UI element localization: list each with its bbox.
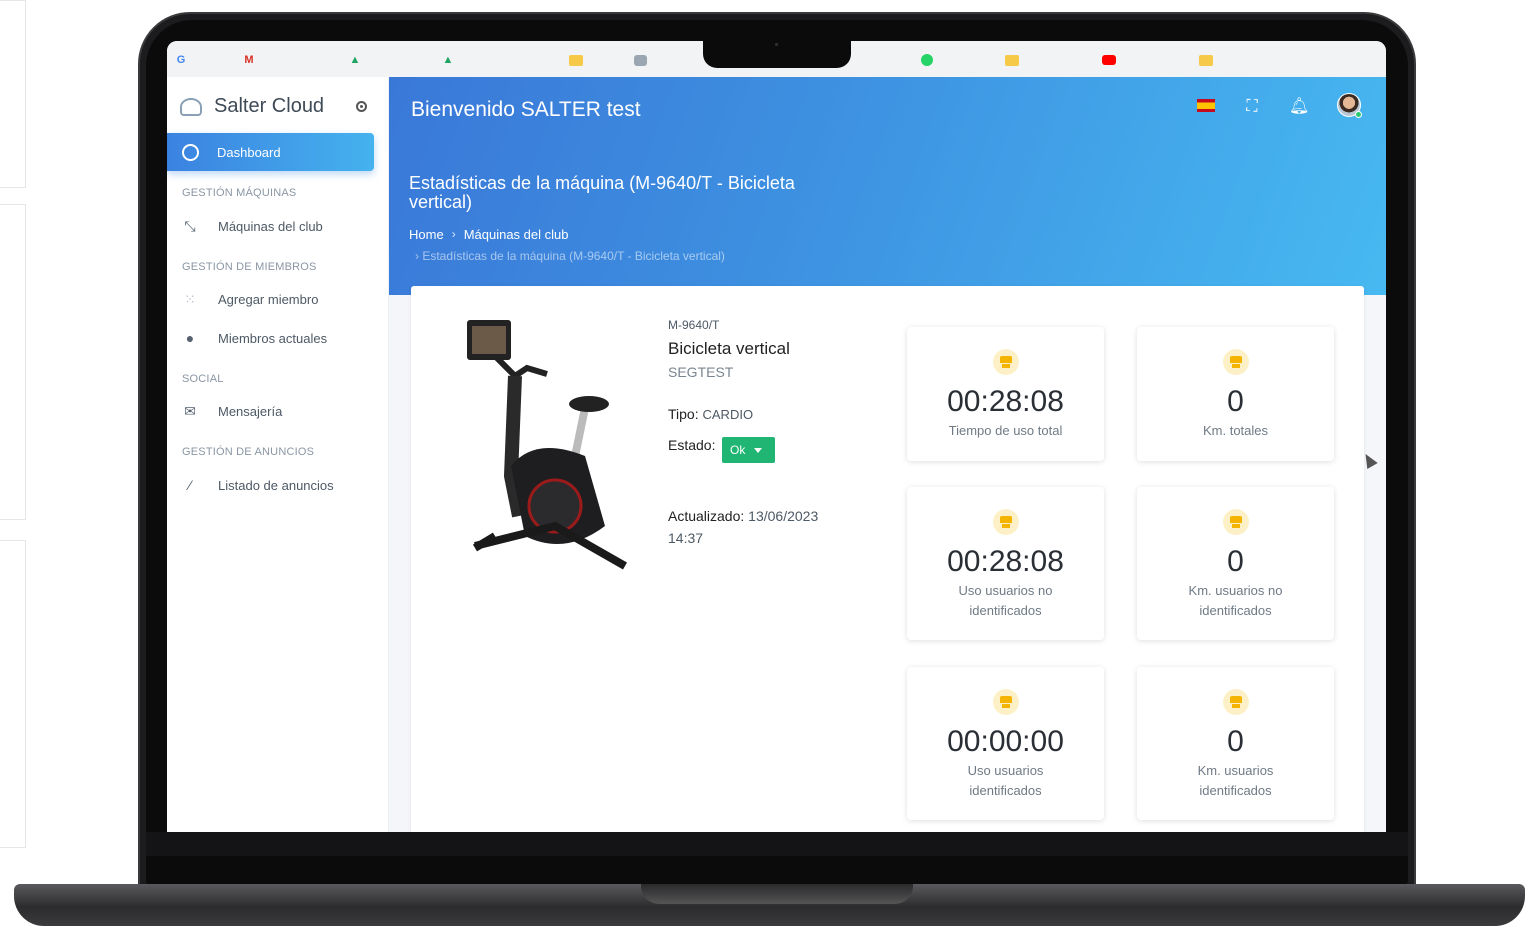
sidebar-item-label: Dashboard [217, 144, 281, 160]
seat-icon [1223, 689, 1249, 715]
folder-icon[interactable] [569, 53, 583, 67]
folder-icon[interactable] [1005, 53, 1019, 67]
sidebar-item-label: Listado de anuncios [218, 477, 334, 493]
fullscreen-icon[interactable]: ⛶ [1242, 97, 1262, 117]
dashboard-icon [182, 143, 199, 161]
sidebar-item-label: Máquinas del club [218, 218, 323, 234]
sidebar-item-label: Agregar miembro [218, 291, 319, 307]
sidebar-item-machines[interactable]: ⤡ Máquinas del club [182, 218, 323, 234]
machine-type-label: Tipo: [668, 406, 699, 422]
whatsapp-icon[interactable] [921, 53, 935, 67]
stat-label: Km. usuarios no identificados [1188, 583, 1283, 618]
background-panel [0, 0, 26, 188]
drive-icon[interactable]: ▲ [348, 53, 362, 67]
breadcrumb-machines[interactable]: Máquinas del club [464, 227, 569, 242]
background-panel [0, 204, 26, 520]
welcome-title: Bienvenido SALTER test [411, 98, 641, 121]
bike-image [467, 320, 627, 570]
breadcrumb-current-label: Estadísticas de la máquina (M-9640/T - B… [422, 249, 725, 263]
stat-label: Tiempo de uso total [948, 423, 1063, 438]
sidebar-item-label: Miembros actuales [218, 330, 328, 346]
drive-icon[interactable]: ▲ [441, 53, 455, 67]
machine-name: Bicicleta vertical [668, 339, 790, 358]
stat-value: 00:28:08 [947, 545, 1064, 578]
brand[interactable]: Salter Cloud [180, 95, 324, 118]
stat-label: Uso usuarios identificados [967, 763, 1044, 798]
spain-flag-icon[interactable] [1197, 99, 1215, 112]
sidebar-item-members[interactable]: ● Miembros actuales [182, 330, 327, 346]
folder-icon[interactable] [1199, 53, 1213, 67]
section-title: SOCIAL [182, 373, 224, 385]
screen: G M ▲ ▲ Salter Cloud Dashboard GESTIÓN M… [167, 41, 1386, 832]
arrows-icon: ⤡ [184, 218, 196, 234]
seat-icon [1223, 509, 1249, 535]
machine-card: M-9640/T Bicicleta vertical SEGTEST Tipo… [411, 286, 1364, 832]
machine-status-label: Estado: [668, 437, 716, 453]
sidebar-toggle-icon[interactable] [356, 101, 367, 112]
machine-code: M-9640/T [668, 318, 720, 332]
bell-icon[interactable]: 🔔︎ [1289, 97, 1309, 117]
stat-card: 00:00:00 Uso usuarios identificados [907, 667, 1104, 820]
breadcrumb-home[interactable]: Home [409, 227, 444, 242]
breadcrumb-current: › Estadísticas de la máquina (M-9640/T -… [415, 249, 725, 263]
background-panel [0, 540, 26, 848]
laptop-opening-notch [641, 884, 913, 904]
online-status-dot [1355, 111, 1362, 118]
user-circle-icon: ● [185, 330, 195, 346]
sidebar: Salter Cloud Dashboard GESTIÓN MÁQUINAS … [167, 77, 389, 832]
stat-card: 00:28:08 Uso usuarios no identificados [907, 487, 1104, 640]
seat-icon [993, 349, 1019, 375]
page-title: Estadísticas de la máquina (M-9640/T - B… [409, 173, 795, 212]
stat-value: 00:28:08 [947, 385, 1064, 418]
sidebar-item-add-member[interactable]: ⁙ Agregar miembro [182, 291, 318, 307]
camera-icon [775, 43, 778, 46]
logo-icon [180, 97, 202, 116]
stat-label: Km. usuarios identificados [1197, 763, 1274, 798]
stat-label: Km. totales [1202, 423, 1269, 438]
mail-icon: ✉ [184, 403, 196, 419]
section-title: GESTIÓN DE ANUNCIOS [182, 446, 315, 458]
stat-card: 0 Km. usuarios no identificados [1137, 487, 1334, 640]
breadcrumb: Home › Máquinas del club [409, 227, 568, 242]
stat-value: 00:00:00 [947, 725, 1064, 758]
stat-value: 0 [1227, 725, 1244, 758]
seat-icon [993, 689, 1019, 715]
stat-value: 0 [1227, 545, 1244, 578]
youtube-icon[interactable] [1102, 53, 1116, 67]
section-title: GESTIÓN MÁQUINAS [182, 187, 297, 199]
megaphone-icon: ⁄ [188, 477, 192, 493]
gmail-icon[interactable]: M [242, 53, 256, 67]
app-icon[interactable] [634, 53, 648, 67]
sidebar-item-messaging[interactable]: ✉ Mensajería [182, 403, 282, 419]
machine-club: SEGTEST [668, 364, 734, 380]
section-title: GESTIÓN DE MIEMBROS [182, 261, 317, 273]
stat-card: 00:28:08 Tiempo de uso total [907, 327, 1104, 461]
sidebar-item-label: Mensajería [218, 403, 283, 419]
grid-icon: ⁙ [184, 291, 196, 307]
google-icon[interactable]: G [174, 53, 188, 67]
stat-card: 0 Km. usuarios identificados [1137, 667, 1334, 820]
brand-name: Salter Cloud [214, 95, 325, 117]
stat-value: 0 [1227, 385, 1244, 418]
seat-icon [1223, 349, 1249, 375]
updated-label: Actualizado: [668, 508, 745, 524]
header: Bienvenido SALTER test ⛶ 🔔︎ Estadísticas… [389, 77, 1386, 295]
laptop-chin [146, 832, 1408, 856]
sidebar-item-dashboard[interactable]: Dashboard [167, 133, 374, 171]
chevron-right-icon: › [451, 227, 456, 241]
sidebar-item-ads[interactable]: ⁄ Listado de anuncios [182, 477, 334, 493]
status-dropdown[interactable]: Ok [722, 437, 775, 463]
seat-icon [993, 509, 1019, 535]
machine-updated: Actualizado: 13/06/2023 14:37 [668, 505, 848, 549]
machine-type-value: CARDIO [702, 407, 754, 422]
machine-type: Tipo: CARDIO [668, 406, 753, 422]
stat-label: Uso usuarios no identificados [958, 583, 1053, 618]
stat-card: 0 Km. totales [1137, 327, 1334, 461]
